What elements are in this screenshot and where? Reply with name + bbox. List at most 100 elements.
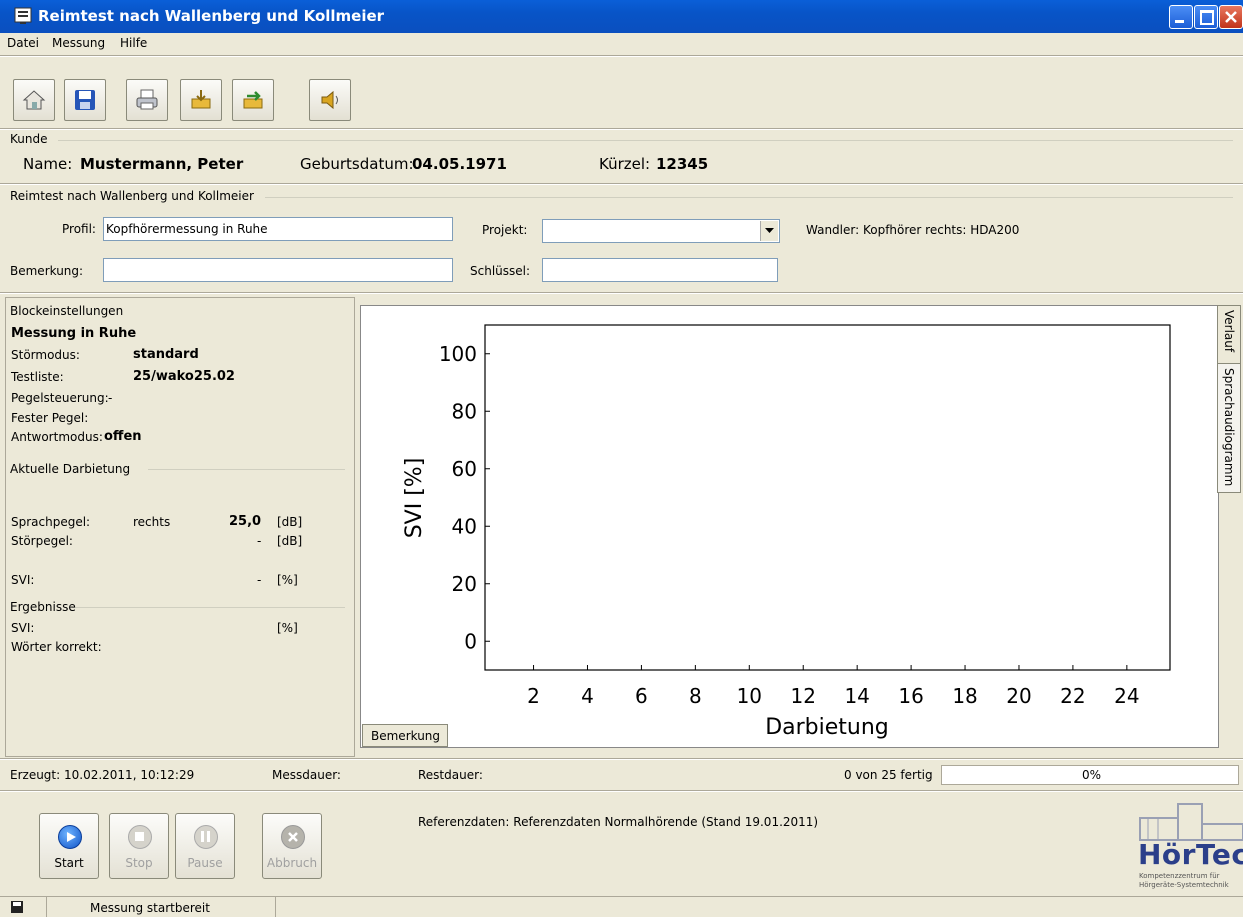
testliste-value: 25/wako25.02 <box>133 369 235 384</box>
bemerkung-input[interactable] <box>103 258 453 282</box>
close-icon <box>1225 11 1237 23</box>
chart-panel: 0 20 40 60 80 100 2 4 6 8 10 12 14 16 18 20 22 24 SVI [%… <box>360 305 1219 748</box>
cancel-icon <box>281 825 305 849</box>
aktuell-legend: Aktuelle Darbietung <box>10 462 131 476</box>
stop-button[interactable]: Stop <box>109 813 169 879</box>
plot-area <box>484 324 1171 671</box>
app-icon <box>14 7 32 24</box>
toolbar-separator <box>0 128 1243 130</box>
profil-label: Profil: <box>62 222 96 236</box>
tab-sprachaudiogramm[interactable]: Sprachaudiogramm <box>1217 363 1241 493</box>
status-divider-2 <box>275 897 276 917</box>
logo-sub1: Kompetenzzentrum für <box>1139 872 1220 880</box>
minimize-button[interactable] <box>1169 5 1193 29</box>
restdauer-label: Restdauer: <box>418 768 483 782</box>
x-tick-label: 6 <box>635 684 648 708</box>
messdauer-label: Messdauer: <box>272 768 341 782</box>
stoermodus-label: Störmodus: <box>11 348 80 362</box>
ergebnisse-frame <box>72 607 345 608</box>
home-button[interactable] <box>13 79 55 121</box>
birth-value: 04.05.1971 <box>412 155 507 173</box>
title-bar: Reimtest nach Wallenberg und Kollmeier <box>0 0 1243 33</box>
block-title: Messung in Ruhe <box>11 326 137 341</box>
maximize-button[interactable] <box>1194 5 1218 29</box>
svi-unit: [%] <box>277 573 298 587</box>
progress-text: 0% <box>1082 768 1102 782</box>
x-tick-label: 14 <box>844 684 869 708</box>
chevron-down-icon <box>765 228 774 233</box>
menu-datei[interactable]: Datei <box>7 36 39 50</box>
erzeugt-text: Erzeugt: 10.02.2011, 10:12:29 <box>10 768 195 782</box>
print-button[interactable] <box>126 79 168 121</box>
y-tick-label: 100 <box>439 342 477 366</box>
bemerkung-tab[interactable]: Bemerkung <box>362 724 448 747</box>
speaker-icon <box>321 90 338 110</box>
pause-button[interactable]: Pause <box>175 813 235 879</box>
x-tick-label: 16 <box>898 684 923 708</box>
stoerpegel-unit: [dB] <box>277 534 303 548</box>
chart-svg: 020406080100 2 4 6 8 10 12 14 16 18 20 22 24 SVI [%… <box>402 324 1171 740</box>
fertig-text: 0 von 25 fertig <box>844 768 933 782</box>
x-tick-label: 10 <box>737 684 762 708</box>
export-icon <box>191 90 211 109</box>
status-bar: Messung startbereit <box>0 896 1243 917</box>
ergebnisse-legend: Ergebnisse <box>10 600 76 614</box>
logo-sub2: Hörgeräte-Systemtechnik <box>1139 881 1229 889</box>
antwortmodus-value: offen <box>104 429 142 444</box>
sprachpegel-side: rechts <box>133 515 171 529</box>
pause-label: Pause <box>187 856 223 870</box>
print-icon <box>136 89 158 110</box>
x-tick-label: 12 <box>791 684 816 708</box>
kurz-label: Kürzel: <box>599 155 651 173</box>
save-button[interactable] <box>64 79 106 121</box>
y-tick-label: 0 <box>464 629 477 653</box>
tab-verlauf-label: Verlauf <box>1222 310 1236 353</box>
hoertech-logo: HörTech Kompetenzzentrum für Hörgeräte-S… <box>1138 800 1243 892</box>
profil-input[interactable]: Kopfhörermessung in Ruhe <box>103 217 453 241</box>
reimtest-separator <box>0 292 1243 294</box>
svi-label: SVI: <box>11 573 35 587</box>
birth-label: Geburtsdatum: <box>300 155 414 173</box>
export-button[interactable] <box>180 79 222 121</box>
x-tick-label: 8 <box>689 684 702 708</box>
status-text: Messung startbereit <box>90 901 210 915</box>
sprachpegel-value: 25,0 <box>229 514 262 529</box>
kunde-frame <box>58 140 1233 141</box>
save-icon <box>75 90 95 110</box>
start-button[interactable]: Start <box>39 813 99 879</box>
x-tick-label: 24 <box>1114 684 1139 708</box>
logo-building-graphic <box>1139 803 1243 841</box>
aktuell-frame <box>148 469 345 470</box>
speaker-button[interactable] <box>309 79 351 121</box>
import-button[interactable] <box>232 79 274 121</box>
projekt-select[interactable] <box>542 219 780 243</box>
x-tick-label: 4 <box>581 684 594 708</box>
menu-messung[interactable]: Messung <box>52 36 105 50</box>
menu-separator <box>0 55 1243 57</box>
kunde-legend: Kunde <box>10 132 48 146</box>
testliste-label: Testliste: <box>11 370 64 384</box>
play-icon <box>58 825 82 849</box>
stoerpegel-value: - <box>257 534 262 548</box>
profil-value: Kopfhörermessung in Ruhe <box>106 222 268 236</box>
stop-label: Stop <box>125 856 153 870</box>
status-divider-1 <box>46 897 47 917</box>
logo-name: HörTech <box>1138 838 1243 871</box>
start-label: Start <box>54 856 84 870</box>
antwortmodus-label: Antwortmodus: <box>11 430 103 444</box>
close-button[interactable] <box>1219 5 1243 29</box>
abbruch-label: Abbruch <box>266 856 318 870</box>
projekt-label: Projekt: <box>482 223 528 237</box>
y-tick-label: 40 <box>452 514 477 538</box>
controls-separator <box>0 790 1243 792</box>
stop-icon <box>128 825 152 849</box>
stoermodus-value: standard <box>133 347 199 362</box>
projekt-dropdown-button[interactable] <box>760 221 778 241</box>
tab-verlauf[interactable]: Verlauf <box>1217 305 1241 365</box>
block-legend: Blockeinstellungen <box>10 304 124 318</box>
x-tick-label: 2 <box>527 684 540 708</box>
menu-hilfe[interactable]: Hilfe <box>120 36 147 50</box>
schluessel-input[interactable] <box>542 258 778 282</box>
name-value: Mustermann, Peter <box>80 155 244 173</box>
abbruch-button[interactable]: Abbruch <box>262 813 322 879</box>
